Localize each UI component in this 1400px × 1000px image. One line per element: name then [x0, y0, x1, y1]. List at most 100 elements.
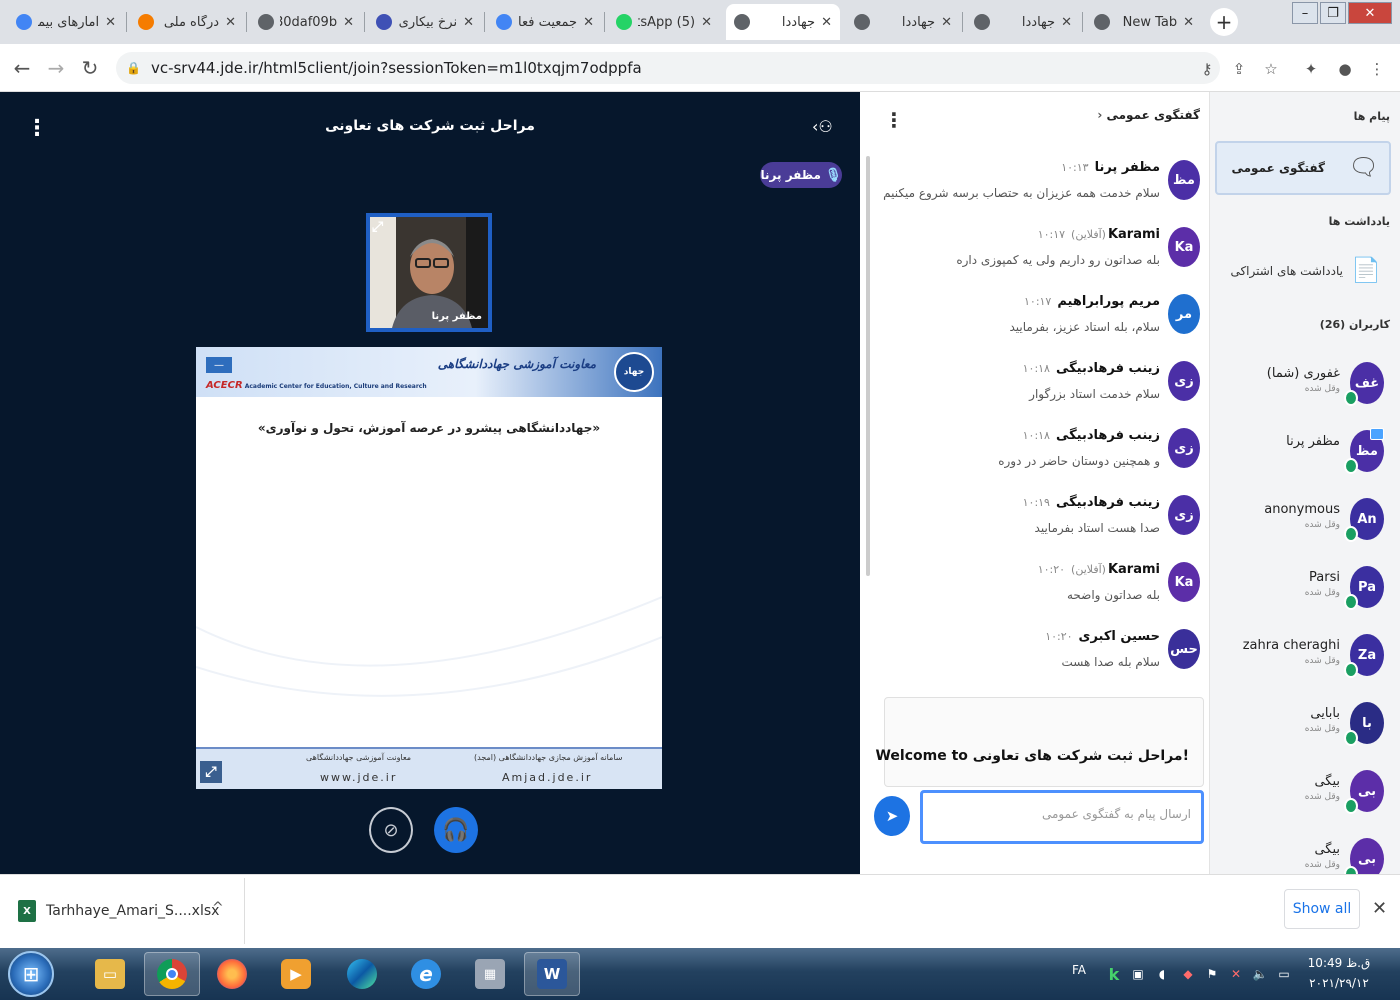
- chrome-menu-icon[interactable]: ⋮: [1366, 58, 1388, 80]
- bbb-icon: [974, 14, 990, 30]
- minimize-button[interactable]: –: [1292, 2, 1318, 24]
- tab-1[interactable]: آمارهای بیمه ✕: [8, 4, 124, 40]
- chrome-icon: [157, 959, 187, 989]
- user-status: وقل شده: [1304, 520, 1340, 530]
- taskbar-ie[interactable]: e: [398, 952, 454, 996]
- tab-6[interactable]: (5) WhatsApp ✕: [608, 4, 720, 40]
- user-status: وقل شده: [1304, 792, 1340, 802]
- extensions-icon[interactable]: ✦: [1300, 58, 1322, 80]
- share-webcam-button[interactable]: ⊘: [369, 807, 413, 853]
- bookmark-star-icon[interactable]: ☆: [1260, 58, 1282, 80]
- address-bar[interactable]: 🔒 vc-srv44.jde.ir/html5client/join?sessi…: [116, 52, 1220, 84]
- tab-8[interactable]: جهاددا ✕: [846, 4, 960, 40]
- show-all-button[interactable]: Show all: [1284, 889, 1360, 929]
- tab-3[interactable]: 80daf09b ✕: [250, 4, 362, 40]
- close-download-shelf-icon[interactable]: ✕: [1372, 898, 1387, 919]
- reload-icon[interactable]: ↻: [78, 56, 102, 80]
- connection-status-icon: [1344, 390, 1358, 406]
- shared-notes-item[interactable]: یادداشت های اشتراکی 📄: [1215, 256, 1395, 288]
- tab-title: 80daf09b: [280, 14, 338, 30]
- tab-10[interactable]: New Tab ✕: [1086, 4, 1202, 40]
- taskbar-chrome[interactable]: [144, 952, 200, 996]
- user-list-item[interactable]: مظ مظفر پرنا: [1212, 428, 1392, 490]
- close-tab-icon[interactable]: ✕: [941, 15, 952, 30]
- user-list-item[interactable]: Pa Parsi وقل شده: [1212, 566, 1392, 626]
- taskbar-explorer[interactable]: ▭: [82, 952, 138, 996]
- start-button[interactable]: ⊞: [8, 951, 54, 997]
- user-list-item[interactable]: Za zahra cheraghi وقل شده: [1212, 634, 1392, 694]
- fullscreen-icon[interactable]: ⤢: [372, 219, 383, 235]
- microphone-icon: 🎙: [824, 167, 842, 183]
- user-list-item[interactable]: An anonymous وقل شده: [1212, 498, 1392, 558]
- notes-section-label: یادداشت ها: [1328, 215, 1390, 228]
- sender-name: حسین اکبری: [1078, 629, 1160, 644]
- close-tab-icon[interactable]: ✕: [701, 15, 712, 30]
- volume-icon[interactable]: 🔈: [1252, 966, 1268, 982]
- tab-7[interactable]: جهاددا ✕: [726, 4, 840, 40]
- tab-9[interactable]: جهاددا ✕: [966, 4, 1080, 40]
- flag-icon[interactable]: ⚑: [1204, 966, 1220, 982]
- clock-time[interactable]: 10:49 ق.ظ: [1306, 956, 1372, 970]
- webcam-video[interactable]: ⤢ مظفر پرنا: [366, 213, 492, 332]
- close-tab-icon[interactable]: ✕: [225, 15, 236, 30]
- message-text: سلام، بله استاد عزیز، بفرمایید: [1009, 320, 1160, 334]
- user-list-item[interactable]: بی بیگی وقل شده: [1212, 770, 1392, 830]
- message-text: بله صداتون رو داریم ولی یه کمپوزی داره: [956, 253, 1160, 267]
- close-tab-icon[interactable]: ✕: [343, 15, 354, 30]
- taskbar-firefox[interactable]: [204, 952, 260, 996]
- close-tab-icon[interactable]: ✕: [105, 15, 116, 30]
- battery-icon[interactable]: ▭: [1276, 966, 1292, 982]
- taskbar-media-player[interactable]: ▶: [268, 952, 324, 996]
- k-app-icon[interactable]: k: [1106, 965, 1122, 984]
- divider: [244, 878, 245, 944]
- user-list-item[interactable]: غف غفوری (شما) وقل شده: [1212, 362, 1392, 422]
- close-tab-icon[interactable]: ✕: [583, 15, 594, 30]
- share-icon[interactable]: ⇪: [1228, 58, 1250, 80]
- download-item[interactable]: X Tarhhaye_Amari_S....xlsx: [18, 900, 219, 922]
- monitor-icon[interactable]: ▣: [1130, 966, 1146, 982]
- forward-icon[interactable]: →: [44, 56, 68, 80]
- close-tab-icon[interactable]: ✕: [1061, 15, 1072, 30]
- chat-title[interactable]: گفتگوی عمومی ‹: [1070, 108, 1200, 122]
- taskbar-edge[interactable]: [334, 952, 390, 996]
- language-indicator[interactable]: FA: [1072, 963, 1086, 977]
- taskbar-calculator[interactable]: ▦: [462, 952, 518, 996]
- leave-audio-button[interactable]: 🎧: [434, 807, 478, 853]
- presenter-icon: [1370, 428, 1384, 440]
- tab-4[interactable]: نرخ بیکاری ✕: [368, 4, 482, 40]
- users-section-label: کاربران (26): [1319, 318, 1390, 331]
- panel-scrollbar[interactable]: [866, 156, 870, 576]
- chat-options-icon[interactable]: ⋮: [884, 108, 904, 132]
- taskbar-word[interactable]: W: [524, 952, 580, 996]
- public-chat-label: گفتگوی عمومی: [1231, 161, 1325, 175]
- antivirus-icon[interactable]: ◆: [1180, 966, 1196, 982]
- profile-icon[interactable]: ●: [1334, 58, 1356, 80]
- talking-indicator: مظفر پرنا 🎙: [760, 162, 842, 188]
- clock-date[interactable]: ۲۰۲۱/۲۹/۱۲: [1306, 976, 1372, 990]
- key-icon[interactable]: ⚷: [1196, 58, 1218, 80]
- maximize-button[interactable]: ❐: [1320, 2, 1346, 24]
- sender-name: Karami: [1107, 562, 1160, 577]
- chevron-up-icon[interactable]: ^: [212, 900, 224, 916]
- user-list-item[interactable]: با بابایی وقل شده: [1212, 702, 1392, 762]
- close-tab-icon[interactable]: ✕: [463, 15, 474, 30]
- user-status: وقل شده: [1304, 384, 1340, 394]
- close-tab-icon[interactable]: ✕: [821, 15, 832, 30]
- webcam-username: مظفر پرنا: [431, 311, 482, 322]
- tab-5[interactable]: جمعیت فعال ✕: [488, 4, 602, 40]
- close-tab-icon[interactable]: ✕: [1183, 15, 1194, 30]
- tab-2[interactable]: درگاه ملی آمار ✕: [130, 4, 244, 40]
- back-icon[interactable]: ←: [10, 56, 34, 80]
- send-message-button[interactable]: ➤: [874, 796, 910, 836]
- network-warning-icon[interactable]: ✕: [1228, 966, 1244, 982]
- window-close-button[interactable]: ✕: [1348, 2, 1392, 24]
- public-chat-item[interactable]: گفتگوی عمومی 🗨: [1215, 141, 1391, 195]
- sound-icon[interactable]: ◖: [1154, 966, 1170, 982]
- minimize-presentation-button[interactable]: —: [206, 357, 232, 373]
- new-tab-button[interactable]: +: [1210, 8, 1238, 36]
- chat-message-input[interactable]: ارسال پیام به گفتگوی عمومی: [920, 790, 1204, 844]
- toggle-userlist-icon[interactable]: ‹⚇: [812, 117, 833, 136]
- fullscreen-presentation-icon[interactable]: ⤢: [200, 761, 222, 783]
- chat-bubble-icon: 🗨: [1348, 153, 1379, 181]
- camera-off-icon: ⊘: [383, 819, 399, 841]
